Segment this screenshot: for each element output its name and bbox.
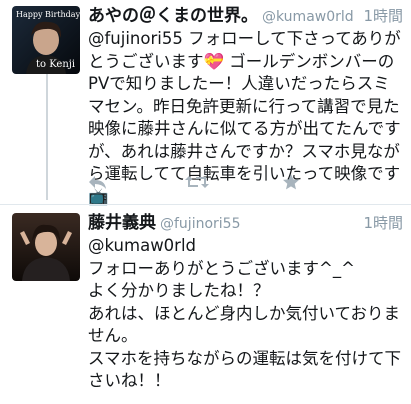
avatar-image — [12, 213, 80, 281]
display-name[interactable]: 藤井義典 — [88, 213, 156, 233]
tweet-header: 藤井義典 @fujinori55 1時間 — [88, 211, 403, 235]
user-handle[interactable]: @fujinori55 — [160, 216, 240, 232]
tweet[interactable]: Happy Birthday to Kenji あやの＠くまの世界。 @kumaw… — [0, 0, 411, 206]
tweet[interactable]: 藤井義典 @fujinori55 1時間 @kumaw0rld フォローありがとう… — [0, 205, 411, 404]
user-handle[interactable]: @kumaw0rld — [262, 9, 354, 25]
retweet-icon[interactable] — [184, 170, 210, 194]
tweet-text: @kumaw0rld フォローありがとうございます^_^ よく分かりましたね！？… — [88, 236, 402, 390]
avatar[interactable] — [12, 213, 80, 281]
tweet-actions — [88, 170, 308, 194]
tweet-header: あやの＠くまの世界。 @kumaw0rld 1時間 — [88, 4, 403, 28]
avatar[interactable]: Happy Birthday to Kenji — [12, 6, 80, 74]
display-name[interactable]: あやの＠くまの世界。 — [88, 6, 258, 26]
tweet-timestamp[interactable]: 1時間 — [363, 4, 403, 28]
tweet-timestamp[interactable]: 1時間 — [363, 211, 403, 235]
favorite-icon[interactable] — [282, 170, 300, 194]
timeline: Happy Birthday to Kenji あやの＠くまの世界。 @kumaw… — [0, 0, 411, 404]
avatar-caption-top: Happy Birthday — [16, 10, 80, 19]
reply-icon[interactable] — [88, 170, 108, 194]
avatar-caption-bottom: to Kenji — [36, 59, 76, 70]
